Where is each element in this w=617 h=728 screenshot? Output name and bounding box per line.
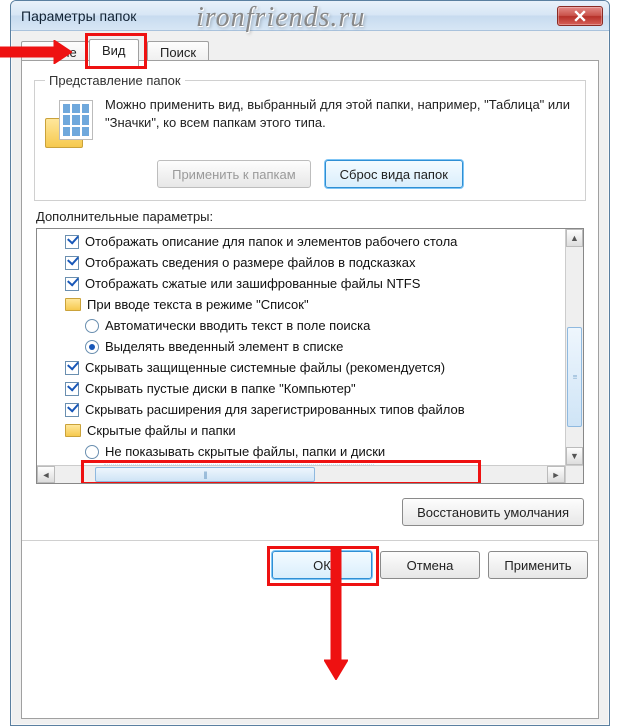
- folder-presentation-text: Можно применить вид, выбранный для этой …: [105, 96, 575, 131]
- list-item-label: Автоматически вводить текст в поле поиск…: [105, 318, 370, 333]
- checkbox[interactable]: [65, 403, 79, 417]
- checkbox[interactable]: [65, 256, 79, 270]
- radio-button[interactable]: [85, 319, 99, 333]
- cancel-button[interactable]: Отмена: [380, 551, 480, 579]
- list-item[interactable]: Отображать описание для папок и элементо…: [37, 231, 565, 252]
- checkbox[interactable]: [65, 235, 79, 249]
- list-item[interactable]: Скрывать пустые диски в папке "Компьютер…: [37, 378, 565, 399]
- horizontal-scrollbar[interactable]: ◄ ||| ►: [37, 465, 565, 483]
- tab-view[interactable]: Вид: [89, 39, 139, 66]
- restore-defaults-button[interactable]: Восстановить умолчания: [402, 498, 584, 526]
- folder-icon: [65, 298, 81, 311]
- window-title: Параметры папок: [21, 8, 557, 24]
- vertical-scrollbar[interactable]: ▲ ≡ ▼: [565, 229, 583, 465]
- list-item-label: Скрывать пустые диски в папке "Компьютер…: [85, 381, 356, 396]
- list-item-label: Скрывать расширения для зарегистрированн…: [85, 402, 465, 417]
- list-item-label: Не показывать скрытые файлы, папки и дис…: [105, 444, 385, 459]
- ok-button[interactable]: ОК: [272, 551, 372, 579]
- checkbox[interactable]: [65, 361, 79, 375]
- list-item-label: Скрытые файлы и папки: [87, 423, 236, 438]
- list-item[interactable]: Не показывать скрытые файлы, папки и дис…: [37, 441, 565, 462]
- close-icon: [574, 10, 586, 22]
- folder-options-window: Параметры папок Общие Вид Поиск Представ…: [10, 0, 610, 726]
- tab-panel-view: Представление папок Можно применить вид,…: [21, 60, 599, 719]
- folder-icon: [65, 424, 81, 437]
- scroll-up-arrow[interactable]: ▲: [566, 229, 583, 247]
- list-item[interactable]: Автоматически вводить текст в поле поиск…: [37, 315, 565, 336]
- list-item-label: Скрывать защищенные системные файлы (рек…: [85, 360, 445, 375]
- list-item[interactable]: Скрытые файлы и папки: [37, 420, 565, 441]
- close-button[interactable]: [557, 6, 603, 26]
- vertical-scroll-thumb[interactable]: ≡: [567, 327, 582, 427]
- scroll-right-arrow[interactable]: ►: [547, 466, 565, 483]
- scrollbar-corner: [565, 465, 583, 483]
- scroll-left-arrow[interactable]: ◄: [37, 466, 55, 483]
- apply-to-folders-button[interactable]: Применить к папкам: [157, 160, 311, 188]
- checkbox[interactable]: [65, 382, 79, 396]
- list-item[interactable]: Отображать сведения о размере файлов в п…: [37, 252, 565, 273]
- list-item[interactable]: При вводе текста в режиме "Список": [37, 294, 565, 315]
- radio-button[interactable]: [85, 445, 99, 459]
- list-item-label: Выделять введенный элемент в списке: [105, 339, 343, 354]
- folder-view-icon: [45, 100, 93, 148]
- titlebar[interactable]: Параметры папок: [11, 1, 609, 31]
- checkbox[interactable]: [65, 277, 79, 291]
- advanced-settings-label: Дополнительные параметры:: [36, 209, 584, 224]
- folder-presentation-legend: Представление папок: [45, 73, 185, 88]
- scroll-down-arrow[interactable]: ▼: [566, 447, 583, 465]
- list-item-label: При вводе текста в режиме "Список": [87, 297, 309, 312]
- advanced-settings-list[interactable]: Отображать описание для папок и элементо…: [36, 228, 584, 484]
- list-item-label: Отображать сжатые или зашифрованные файл…: [85, 276, 420, 291]
- reset-folders-button[interactable]: Сброс вида папок: [325, 160, 463, 188]
- radio-button[interactable]: [85, 340, 99, 354]
- list-item-label: Отображать описание для папок и элементо…: [85, 234, 457, 249]
- horizontal-scroll-thumb[interactable]: |||: [95, 467, 315, 482]
- list-item-label: Отображать сведения о размере файлов в п…: [85, 255, 415, 270]
- list-item[interactable]: Скрывать защищенные системные файлы (рек…: [37, 357, 565, 378]
- apply-button[interactable]: Применить: [488, 551, 588, 579]
- folder-presentation-group: Представление папок Можно применить вид,…: [34, 73, 586, 201]
- list-item[interactable]: Выделять введенный элемент в списке: [37, 336, 565, 357]
- list-item[interactable]: Скрывать расширения для зарегистрированн…: [37, 399, 565, 420]
- list-item[interactable]: Отображать сжатые или зашифрованные файл…: [37, 273, 565, 294]
